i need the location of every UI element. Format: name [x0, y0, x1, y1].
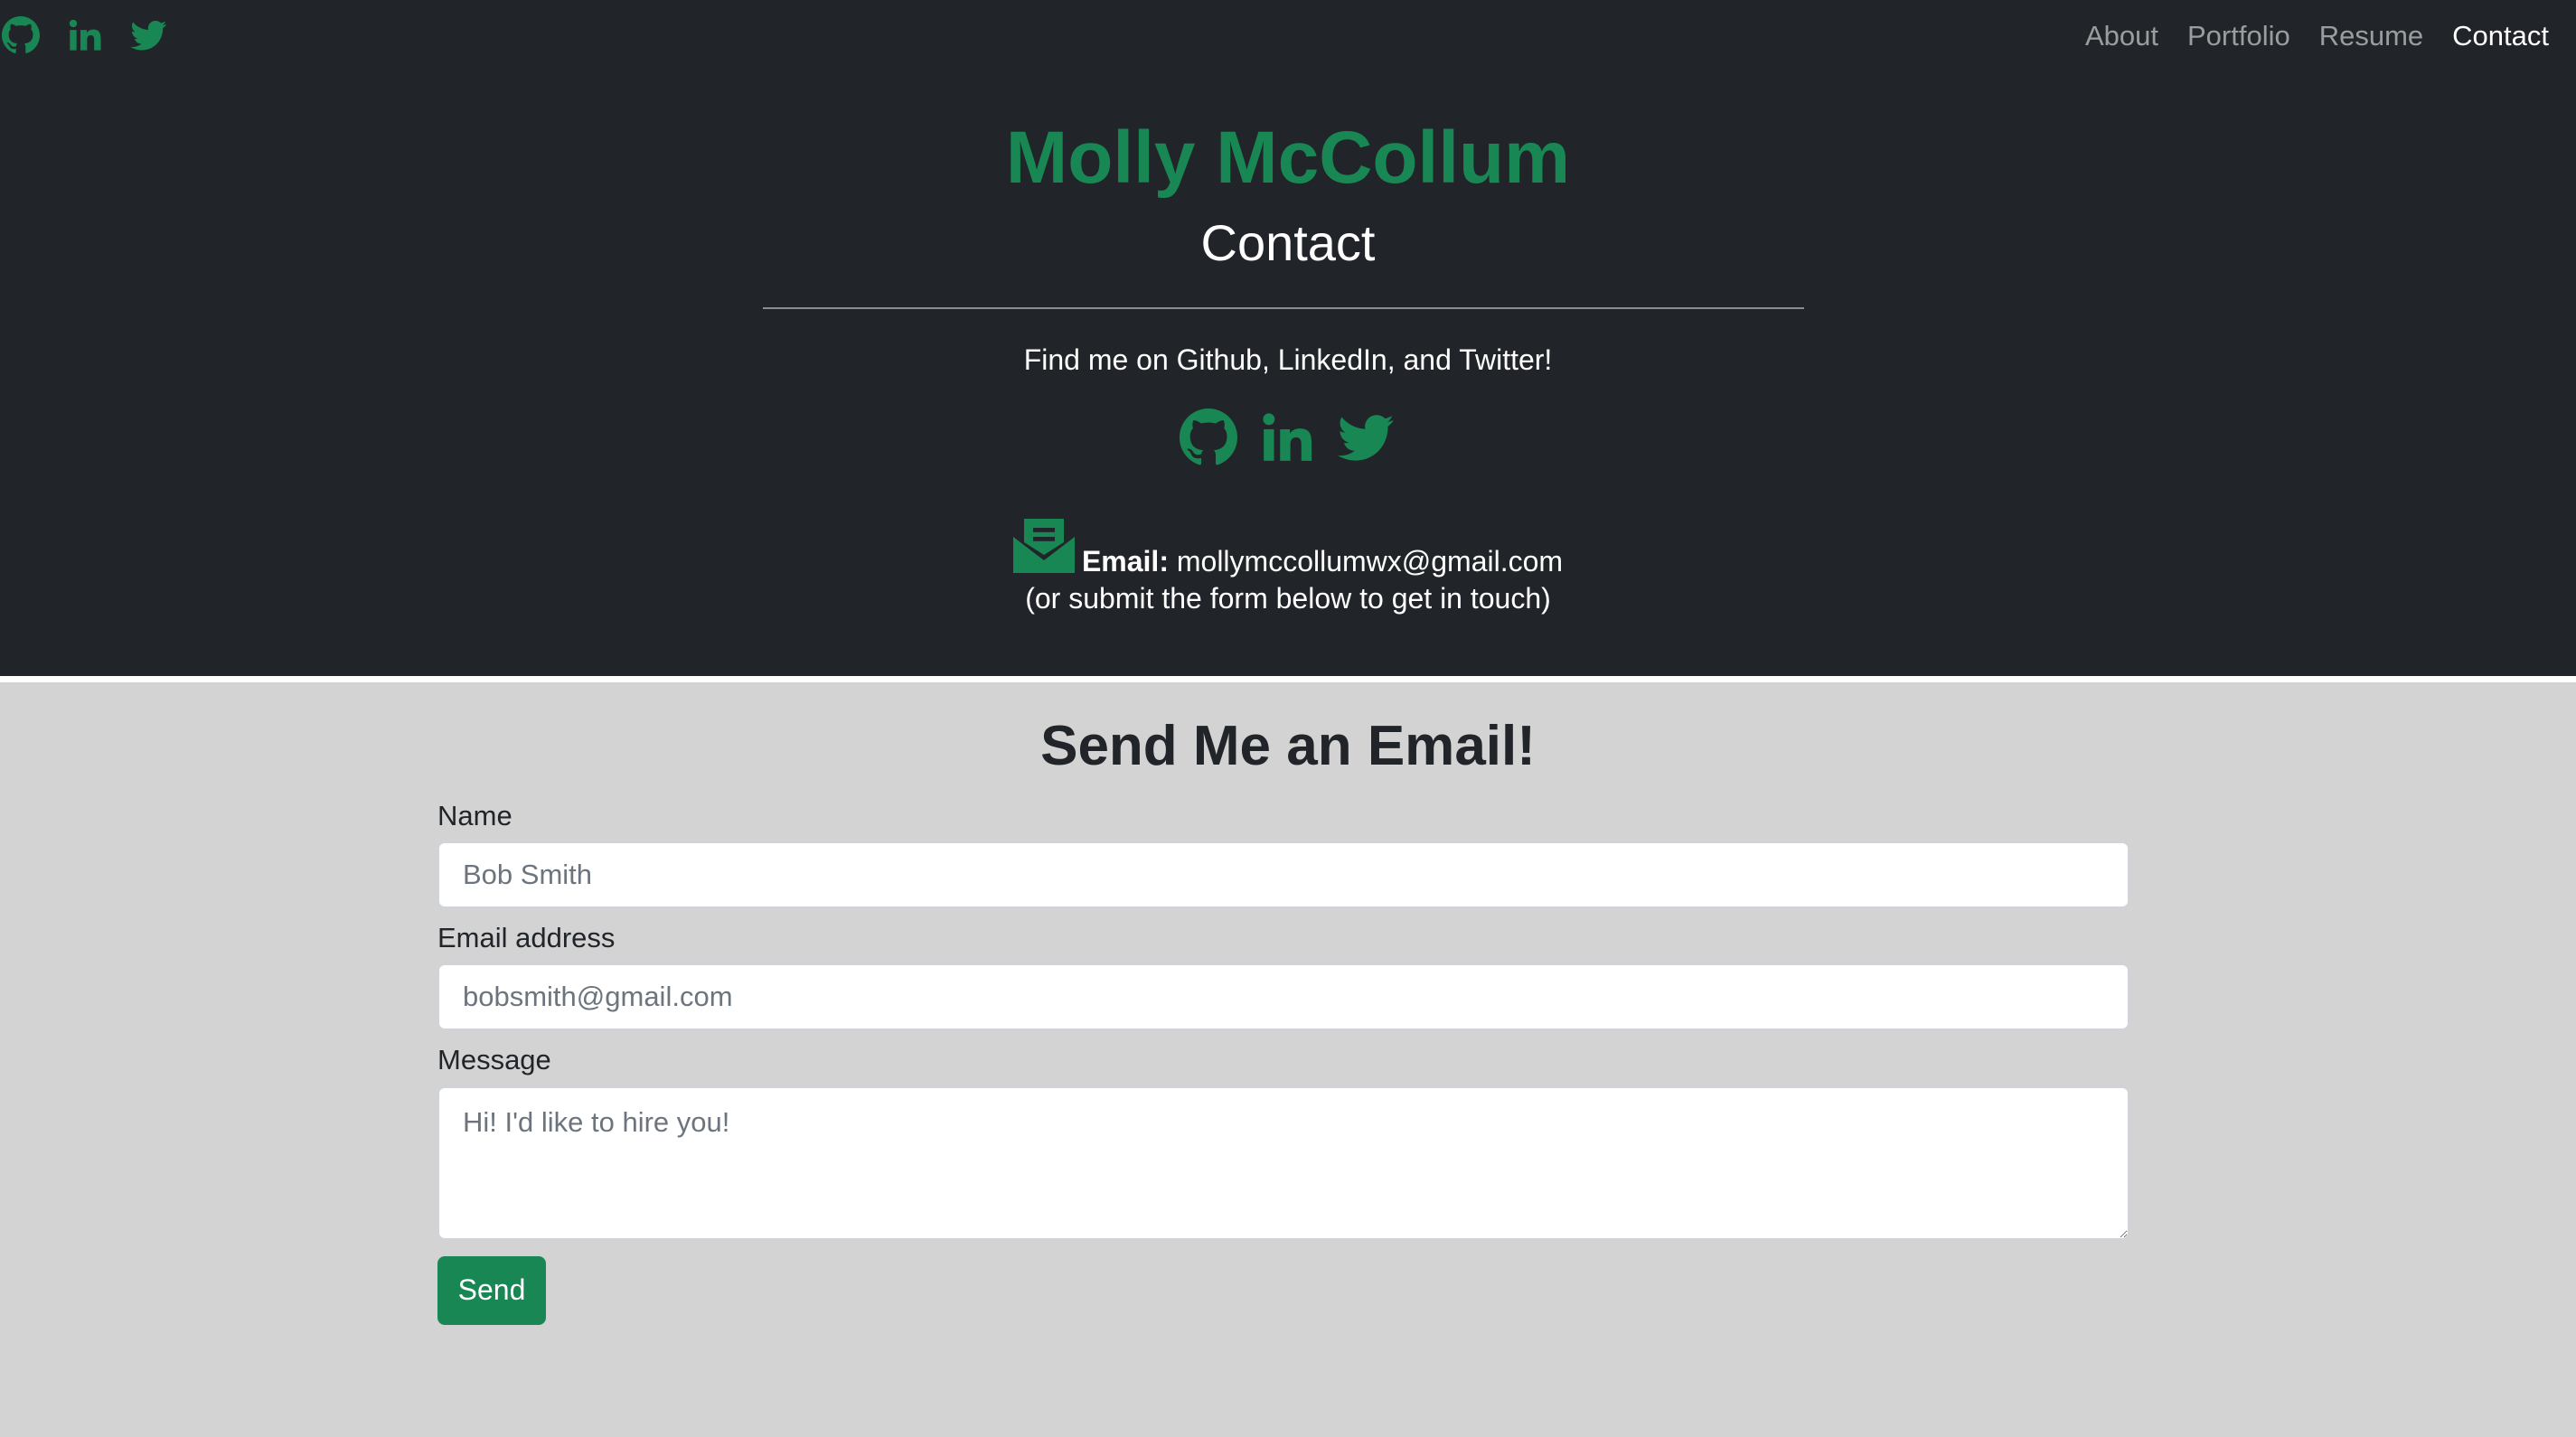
navbar-social-links [2, 16, 168, 54]
send-button[interactable]: Send [437, 1255, 546, 1325]
section-divider [0, 676, 2576, 682]
nav-link-portfolio[interactable]: Portfolio [2187, 20, 2290, 52]
nav-link-about[interactable]: About [2085, 20, 2158, 52]
header-divider [763, 307, 1804, 309]
social-prompt: Find me on Github, LinkedIn, and Twitter… [1023, 343, 1553, 376]
linkedin-icon[interactable] [1259, 409, 1315, 470]
email-note: (or submit the form below to get in touc… [1025, 582, 1551, 615]
email-label: Email: [1081, 545, 1169, 578]
nav-link-contact[interactable]: Contact [2452, 20, 2549, 52]
page-title: Contact [1200, 214, 1376, 271]
name-field-group: Name [437, 799, 2129, 909]
hero-header: About Portfolio Resume Contact Molly McC… [0, 0, 2576, 676]
contact-form: Name Email address Message Send [437, 799, 2129, 1325]
linkedin-icon[interactable] [67, 17, 103, 53]
contact-page: About Portfolio Resume Contact Molly McC… [0, 0, 2576, 1437]
twitter-icon[interactable] [130, 17, 168, 53]
envelope-open-text-icon [1012, 513, 1075, 578]
email-field-group: Email address [437, 921, 2129, 1031]
hero-social-links [0, 409, 2576, 471]
email-address[interactable]: mollymccollumwx@gmail.com [1177, 545, 1563, 578]
email-label: Email address [437, 922, 616, 954]
email-input[interactable] [437, 963, 2129, 1031]
navbar-links: About Portfolio Resume Contact [2085, 20, 2549, 52]
site-owner-name: Molly McCollum [1005, 117, 1571, 199]
message-field-group: Message [437, 1043, 2129, 1240]
nav-link-resume[interactable]: Resume [2319, 20, 2423, 52]
twitter-icon[interactable] [1337, 409, 1396, 470]
message-label: Message [437, 1044, 551, 1076]
form-title: Send Me an Email! [1040, 715, 1536, 777]
email-line: Email: mollymccollumwx@gmail.com [1082, 547, 1563, 578]
email-contact: Email: mollymccollumwx@gmail.com [0, 513, 2576, 578]
name-label: Name [437, 800, 512, 831]
message-textarea[interactable] [437, 1085, 2129, 1240]
github-icon[interactable] [2, 16, 40, 54]
name-input[interactable] [437, 841, 2129, 909]
github-icon[interactable] [1180, 409, 1237, 471]
